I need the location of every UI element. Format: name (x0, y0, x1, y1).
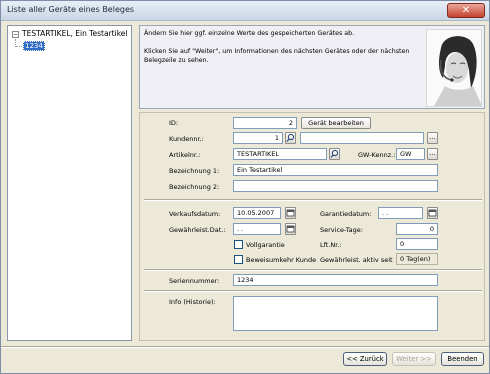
description1-label: Bezeichnung 1: (169, 167, 220, 175)
history-textarea[interactable] (233, 296, 438, 331)
service-days-label: Service-Tage: (320, 226, 363, 234)
info-panel: Ändern Sie hier ggf. einzelne Werte des … (139, 25, 485, 109)
serial-label: Seriennummer: (169, 277, 220, 285)
sale-date-field[interactable]: 10.05.2007 (233, 207, 281, 219)
section-divider (144, 199, 482, 201)
sale-date-calendar-button[interactable] (285, 207, 296, 219)
warranty-until-field[interactable]: . . (233, 223, 281, 235)
article-number-field[interactable]: TESTARTIKEL (233, 148, 327, 160)
tree-collapse-toggle[interactable]: − (12, 31, 19, 38)
sale-date-label: Verkaufsdatum: (169, 210, 221, 218)
edit-device-button[interactable]: Gerät bearbeiten (301, 117, 371, 129)
customer-search-button[interactable] (285, 132, 296, 144)
app-window: Liste aller Geräte eines Beleges ✕ − TES… (0, 0, 490, 374)
warranty-until-label: Gewährleist.Dat.: (169, 226, 226, 234)
gw-field[interactable]: GW (396, 148, 425, 160)
full-warranty-checkbox[interactable] (234, 240, 243, 249)
device-tree[interactable]: − TESTARTIKEL, Ein Testartikel 1234 (7, 25, 132, 341)
customer-label: Kundennr.: (169, 135, 204, 143)
article-label: Artikelnr.: (169, 151, 201, 159)
device-form: ID: 2 Gerät bearbeiten Kundennr.: 1 ... … (139, 112, 485, 341)
back-button[interactable]: << Zurück (343, 352, 387, 366)
footer-divider (1, 346, 489, 348)
section-divider (144, 269, 482, 271)
description1-field[interactable]: Ein Testartikel (233, 164, 438, 176)
description2-field[interactable] (233, 180, 438, 192)
id-field[interactable]: 2 (233, 117, 297, 129)
tree-connector (16, 46, 22, 47)
search-icon (330, 149, 339, 158)
id-label: ID: (169, 119, 179, 127)
info-text-1: Ändern Sie hier ggf. einzelne Werte des … (144, 30, 355, 37)
warranty-active-field: 0 Tag(en) (396, 253, 438, 265)
tree-root-item[interactable]: TESTARTIKEL, Ein Testartikel (22, 29, 127, 38)
support-portrait-image (426, 29, 482, 107)
finish-button[interactable]: Beenden (441, 352, 484, 366)
gw-more-button[interactable]: ... (427, 148, 438, 160)
tree-child-item[interactable]: 1234 (23, 41, 45, 51)
section-divider (144, 290, 482, 292)
calendar-icon (286, 209, 295, 217)
supplier-label: Lft.Nr.: (320, 241, 342, 249)
close-button[interactable]: ✕ (447, 3, 485, 18)
calendar-icon (428, 209, 437, 217)
title-bar: Liste aller Geräte eines Beleges ✕ (1, 1, 489, 21)
headset-person-icon (427, 30, 481, 106)
calendar-icon (286, 225, 295, 233)
warranty-date-field[interactable]: . . (378, 207, 423, 219)
next-button[interactable]: Weiter >> (392, 352, 436, 366)
customer-number-field[interactable]: 1 (233, 132, 283, 144)
info-text-2: Klicken Sie auf "Weiter", um Information… (144, 48, 410, 64)
serial-field[interactable]: 1234 (233, 274, 438, 286)
window-title: Liste aller Geräte eines Beleges (7, 5, 135, 14)
customer-name-field[interactable] (300, 132, 424, 144)
customer-more-button[interactable]: ... (427, 132, 438, 144)
warranty-active-label: Gewährleist. aktiv seit (320, 256, 393, 264)
warranty-until-calendar-button[interactable] (285, 223, 296, 235)
burden-of-proof-checkbox[interactable] (234, 255, 243, 264)
history-label: Info (Historie): (169, 298, 216, 306)
supplier-field[interactable]: 0 (396, 238, 438, 250)
search-icon (286, 133, 295, 142)
warranty-date-label: Garantiedatum: (320, 210, 372, 218)
full-warranty-label: Vollgarantie (246, 241, 285, 249)
description2-label: Bezeichnung 2: (169, 183, 220, 191)
gw-label: GW-Kennz.: (358, 151, 396, 159)
article-search-button[interactable] (329, 148, 340, 160)
warranty-date-calendar-button[interactable] (427, 207, 438, 219)
service-days-field[interactable]: 0 (396, 223, 438, 235)
burden-of-proof-label: Beweisumkehr Kunde (246, 256, 317, 264)
footer-bar: << Zurück Weiter >> Beenden (1, 346, 489, 373)
